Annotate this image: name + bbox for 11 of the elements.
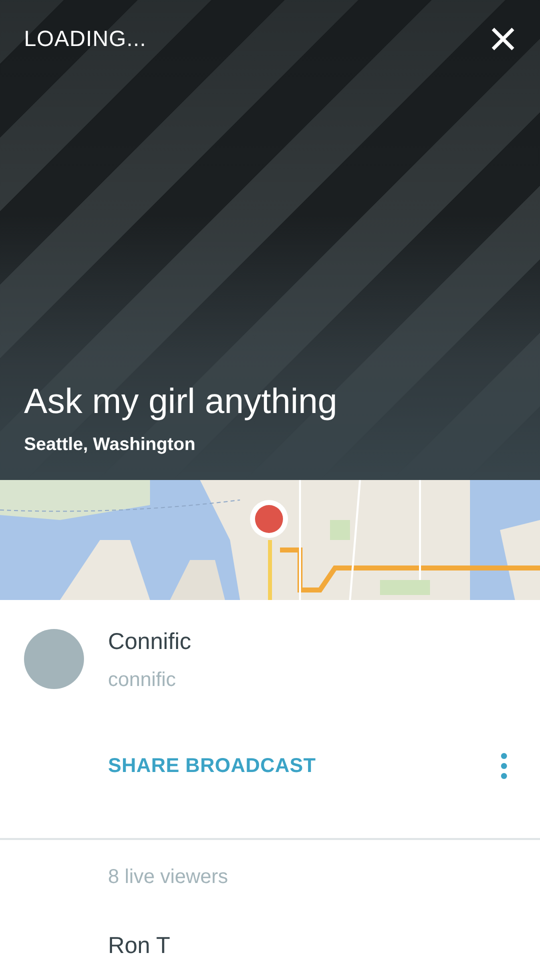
broadcaster-handle: connific [108, 668, 177, 692]
more-options-icon[interactable] [498, 752, 510, 780]
broadcast-title: Ask my girl anything [24, 382, 338, 421]
broadcast-location: Seattle, Washington [24, 433, 196, 456]
location-pin-icon [248, 498, 290, 540]
share-broadcast-link[interactable]: SHARE BROADCAST [108, 750, 316, 780]
close-button[interactable] [490, 26, 516, 52]
broadcaster-name: Connific [108, 627, 192, 656]
viewer-count: 8 live viewers [108, 864, 230, 890]
viewer-name: Ron T [108, 930, 172, 960]
loading-status: LOADING... [24, 25, 146, 53]
